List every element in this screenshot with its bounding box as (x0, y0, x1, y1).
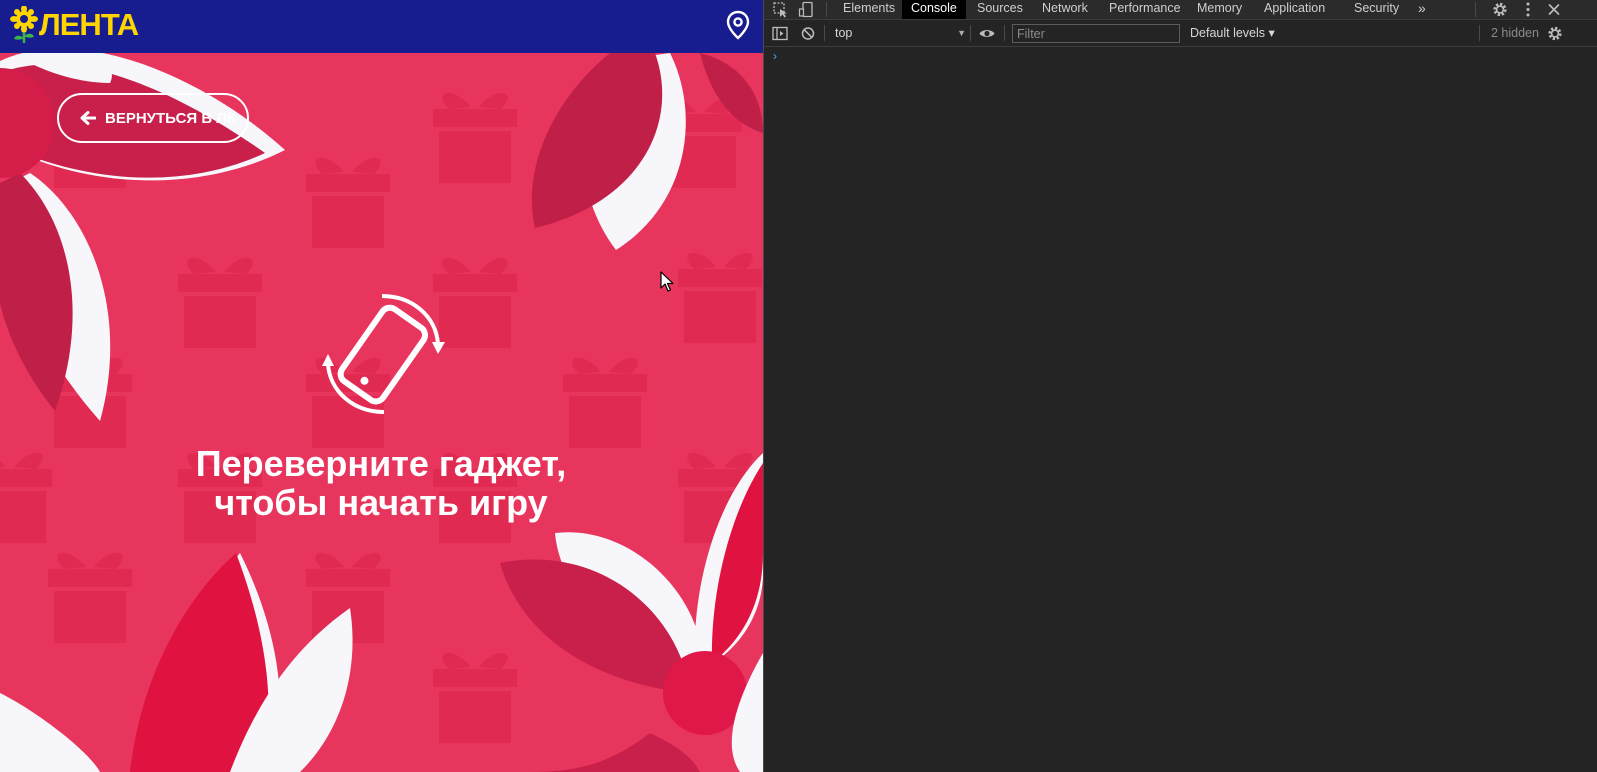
sunflower-icon (10, 6, 38, 43)
tab-application[interactable]: Application (1255, 0, 1334, 19)
back-button-label: ВЕРНУТЬСЯ В ЛК (105, 109, 237, 127)
site-header: ЛЕНТА (0, 0, 763, 53)
devtools-tabbar: Elements Console Sources Network Perform… (764, 0, 1597, 20)
tabbar-separator (826, 2, 827, 17)
eye-icon[interactable] (978, 25, 996, 42)
lenta-logo[interactable]: ЛЕНТА (10, 5, 139, 45)
arrow-left-icon (80, 111, 96, 125)
tabbar-separator (1475, 2, 1476, 17)
device-toolbar-icon[interactable] (798, 1, 816, 18)
rotate-message-line1: Переверните гаджет, (195, 443, 567, 484)
console-prompt[interactable]: › (773, 49, 777, 63)
mouse-cursor-icon (660, 271, 674, 292)
logo-text: ЛЕНТА (39, 7, 139, 42)
tab-performance[interactable]: Performance (1100, 0, 1190, 19)
rotate-device-icon (322, 294, 445, 414)
context-selector-value: top (835, 26, 853, 40)
settings-icon[interactable] (1491, 1, 1509, 18)
game-page: ЛЕНТА ВЕРНУТЬСЯ В ЛК Переверните гаджет,… (0, 0, 763, 772)
console-filter-input[interactable] (1012, 24, 1180, 43)
rotate-message-line2: чтобы начать игру (214, 482, 548, 523)
inspect-element-icon[interactable] (772, 1, 790, 18)
rotate-device-message: Переверните гаджет, чтобы начать игру (130, 444, 632, 522)
back-to-account-button[interactable]: ВЕРНУТЬСЯ В ЛК (57, 93, 249, 143)
toolbar-separator (970, 25, 971, 41)
tab-network[interactable]: Network (1033, 0, 1097, 19)
sidebar-toggle-icon[interactable] (771, 25, 789, 42)
more-options-icon[interactable] (1519, 1, 1537, 18)
console-toolbar: top ▼ Default levels ▾ 2 hidden (764, 20, 1597, 47)
console-settings-icon[interactable] (1546, 25, 1564, 42)
devtools-panel: Elements Console Sources Network Perform… (763, 0, 1597, 772)
hidden-messages-count: 2 hidden (1491, 26, 1539, 40)
tab-elements[interactable]: Elements (834, 0, 904, 19)
tab-memory[interactable]: Memory (1188, 0, 1251, 19)
context-selector[interactable]: top ▼ (830, 24, 968, 42)
more-tabs-button[interactable]: » (1409, 0, 1435, 19)
clear-console-icon[interactable] (799, 25, 817, 42)
tab-security[interactable]: Security (1345, 0, 1408, 19)
dropdown-arrow-icon: ▼ (957, 28, 966, 38)
location-pin-icon[interactable] (725, 10, 751, 40)
close-icon[interactable] (1545, 1, 1563, 18)
tab-console[interactable]: Console (902, 0, 966, 19)
toolbar-separator (824, 25, 825, 41)
toolbar-separator (1479, 25, 1480, 41)
toolbar-separator (1004, 25, 1005, 41)
log-levels-dropdown[interactable]: Default levels ▾ (1190, 24, 1275, 42)
tab-sources[interactable]: Sources (968, 0, 1032, 19)
